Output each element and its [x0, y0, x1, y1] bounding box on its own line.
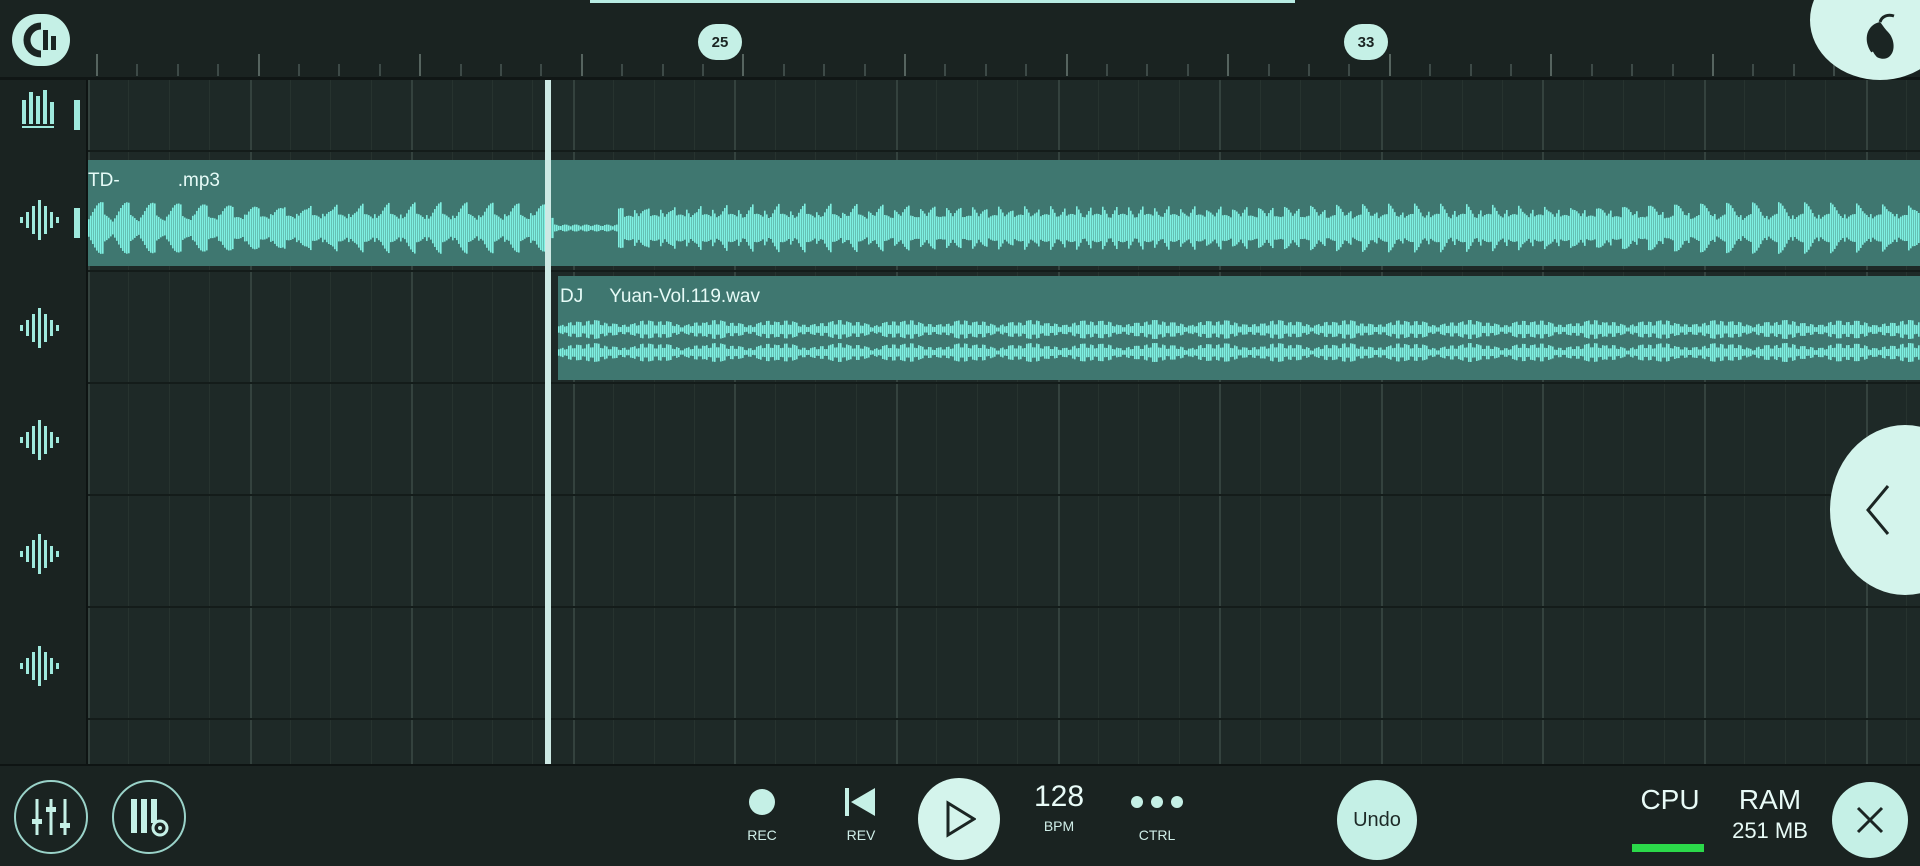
ctrl-label: CTRL — [1138, 827, 1176, 843]
record-button[interactable]: REC — [717, 780, 807, 843]
timeline-ruler[interactable]: 25 33 — [0, 0, 1920, 80]
more-dots-icon — [1131, 796, 1183, 808]
cpu-label: CPU — [1640, 784, 1700, 815]
ram-label: RAM — [1738, 784, 1802, 815]
audio-clip[interactable]: TD- .mp3 — [88, 160, 1920, 266]
audio-waveform-icon[interactable] — [18, 532, 62, 576]
bar-marker-25[interactable]: 25 — [698, 24, 742, 60]
rewind-button[interactable]: REV — [816, 780, 906, 843]
transport-bar: REC REV 128 BPM CTRL Undo CPU RAM 251 MB — [0, 764, 1920, 866]
audio-waveform-icon[interactable] — [18, 644, 62, 688]
ctrl-button[interactable]: CTRL — [1112, 780, 1202, 843]
ram-value: 251 MB — [1732, 818, 1808, 843]
tempo-control[interactable]: 128 BPM — [1014, 780, 1104, 834]
level-meter — [74, 208, 80, 238]
audio-waveform-icon[interactable] — [18, 418, 62, 462]
rev-label: REV — [846, 827, 876, 843]
close-button[interactable] — [1832, 782, 1908, 858]
song-position-bar[interactable] — [590, 0, 1295, 3]
bpm-label: BPM — [1043, 818, 1075, 834]
track-header-column — [0, 80, 88, 764]
audio-waveform-icon[interactable] — [18, 306, 62, 350]
close-icon — [1856, 806, 1884, 834]
rec-label: REC — [747, 827, 777, 843]
side-panel-toggle[interactable] — [1830, 425, 1920, 595]
mixer-levels-icon[interactable] — [18, 86, 62, 130]
fl-studio-logo-button[interactable] — [12, 14, 70, 66]
bpm-value: 128 — [1033, 780, 1085, 813]
mixer-button[interactable] — [14, 780, 88, 854]
piano-settings-icon — [131, 799, 169, 837]
skip-back-icon — [845, 788, 875, 816]
ram-indicator: RAM 251 MB — [1720, 784, 1820, 844]
chevron-left-icon — [1866, 485, 1890, 535]
clip-waveform — [558, 320, 1920, 362]
play-icon — [946, 800, 976, 838]
fl-menu-button[interactable] — [1810, 0, 1920, 80]
fl-studio-mobile-logo-icon — [23, 22, 56, 58]
clip-label: TD- .mp3 — [88, 170, 220, 191]
bar-marker-33[interactable]: 33 — [1344, 24, 1388, 60]
piano-roll-settings-button[interactable] — [112, 780, 186, 854]
mixer-faders-icon — [32, 799, 70, 835]
cpu-meter — [1632, 844, 1704, 852]
clip-waveform — [88, 202, 1920, 254]
undo-button[interactable]: Undo — [1337, 780, 1417, 860]
fl-fruit-icon — [1866, 13, 1895, 64]
level-meter — [74, 100, 80, 130]
playback-cursor[interactable] — [545, 80, 551, 764]
audio-waveform-icon[interactable] — [18, 198, 62, 242]
record-icon — [749, 789, 775, 815]
playlist-area[interactable]: TD- .mp3 DJ Yuan-Vol.119.wav — [88, 80, 1920, 764]
audio-clip[interactable]: DJ Yuan-Vol.119.wav — [558, 276, 1920, 380]
play-button[interactable] — [918, 778, 1000, 860]
clip-label: DJ Yuan-Vol.119.wav — [560, 286, 760, 307]
